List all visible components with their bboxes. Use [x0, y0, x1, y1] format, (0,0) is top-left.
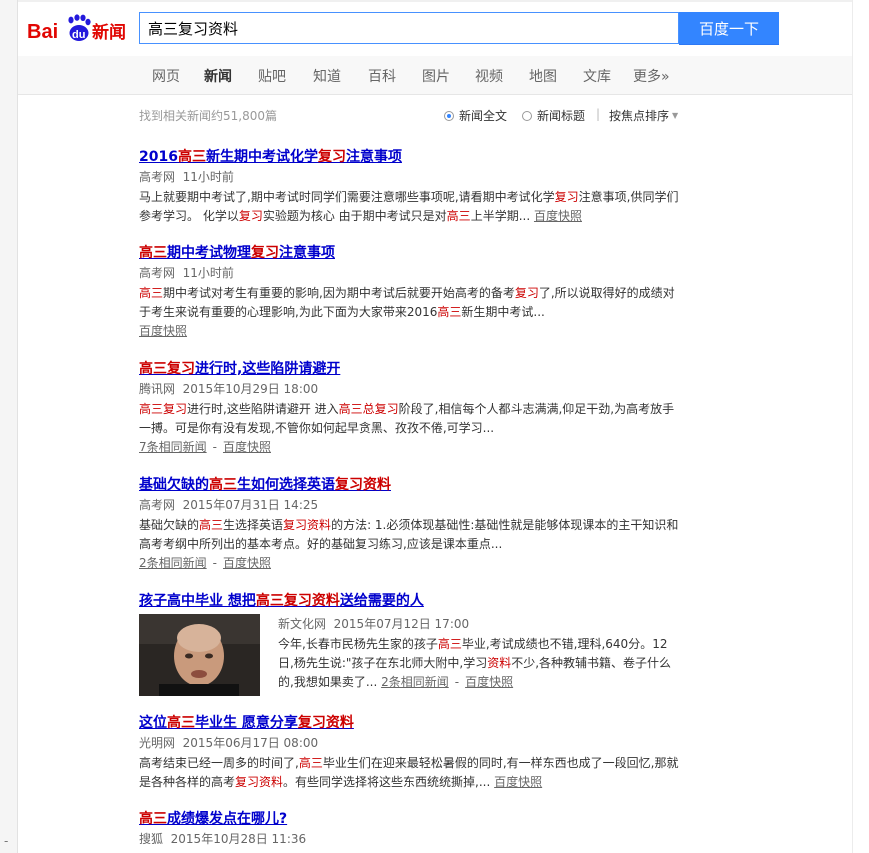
result-time: 2015年10月28日 11:36	[170, 832, 307, 846]
news-result: 这位高三毕业生 愿意分享复习资料 光明网 2015年06月17日 08:00 高…	[139, 714, 684, 792]
scrollbar-track[interactable]	[852, 0, 869, 853]
radio-unselected-icon[interactable]	[522, 110, 532, 121]
tab-zhidao[interactable]: 知道	[313, 66, 341, 86]
result-source: 腾讯网	[139, 382, 176, 396]
tab-web[interactable]: 网页	[152, 66, 180, 86]
filter-title-only[interactable]: 新闻标题	[522, 107, 585, 124]
result-time: 2015年10月29日 18:00	[182, 382, 319, 396]
search-box	[139, 12, 679, 44]
result-source: 搜狐	[139, 832, 164, 846]
sort-label[interactable]: 按焦点排序	[609, 109, 669, 123]
result-source: 高考网	[139, 266, 176, 280]
result-source: 高考网	[139, 498, 176, 512]
result-time: 2015年07月12日 17:00	[333, 617, 470, 631]
result-title-link[interactable]: 高三期中考试物理复习注意事项	[139, 244, 684, 262]
radio-selected-icon[interactable]	[444, 110, 454, 121]
result-title-link[interactable]: 孩子高中毕业 想把高三复习资料送给需要的人	[139, 592, 684, 610]
result-abstract: 高考结束已经一周多的时间了,高三毕业生们在迎来最轻松暑假的同时,有一样东西也成了…	[139, 756, 679, 789]
result-meta: 搜狐 2015年10月28日 11:36	[139, 831, 684, 847]
tab-images[interactable]: 图片	[422, 66, 450, 86]
cache-link[interactable]: 百度快照	[494, 775, 542, 789]
result-meta: 腾讯网 2015年10月29日 18:00	[139, 381, 684, 397]
result-title-link[interactable]: 高三成绩爆发点在哪儿?	[139, 810, 684, 828]
tab-news[interactable]: 新闻	[204, 66, 232, 86]
caret-down-icon: ▼	[672, 111, 679, 120]
result-source: 光明网	[139, 736, 176, 750]
cache-link[interactable]: 百度快照	[534, 209, 582, 223]
result-abstract: 基础欠缺的高三生选择英语复习资料的方法: 1.必须体现基础性:基础性就是能够体现…	[139, 518, 679, 551]
logo-text-bai: Bai	[27, 21, 58, 43]
result-meta: 高考网 11小时前	[139, 265, 684, 281]
result-title-link[interactable]: 这位高三毕业生 愿意分享复习资料	[139, 714, 684, 732]
related-news-link[interactable]: 2条相同新闻	[139, 556, 207, 570]
result-source: 新文化网	[278, 617, 327, 631]
baidu-news-logo[interactable]: Bai du 新闻	[26, 11, 130, 45]
result-title-link[interactable]: 基础欠缺的高三生如何选择英语复习资料	[139, 476, 684, 494]
gutter-mark: -	[4, 834, 9, 848]
news-result: 基础欠缺的高三生如何选择英语复习资料 高考网 2015年07月31日 14:25…	[139, 476, 684, 571]
news-result: 高三复习进行时,这些陷阱请避开 腾讯网 2015年10月29日 18:00 高三…	[139, 360, 684, 455]
filter-full-text-label[interactable]: 新闻全文	[459, 107, 507, 124]
search-input[interactable]	[140, 13, 670, 43]
paw-icon: du	[68, 14, 91, 41]
logo-text-du: du	[72, 29, 85, 41]
news-result: 高三成绩爆发点在哪儿? 搜狐 2015年10月28日 11:36	[139, 810, 684, 847]
result-meta: 高考网 2015年07月31日 14:25	[139, 497, 684, 513]
result-title-link[interactable]: 2016高三新生期中考试化学复习注意事项	[139, 148, 684, 166]
top-border	[18, 0, 852, 2]
result-abstract: 马上就要期中考试了,期中考试时同学们需要注意哪些事项呢,请看期中考试化学复习注意…	[139, 190, 679, 223]
result-abstract: 高三期中考试对考生有重要的影响,因为期中考试后就要开始高考的备考复习了,所以说取…	[139, 286, 675, 319]
result-abstract: 高三复习进行时,这些陷阱请避开 进入高三总复习阶段了,相信每个人都斗志满满,仰足…	[139, 402, 675, 435]
filter-title-only-label[interactable]: 新闻标题	[537, 107, 585, 124]
result-time: 2015年07月31日 14:25	[182, 498, 319, 512]
tab-wenku[interactable]: 文库	[583, 66, 611, 86]
sort-dropdown[interactable]: 按焦点排序 ▼	[609, 107, 678, 124]
result-meta: 新文化网 2015年07月12日 17:00	[278, 616, 678, 632]
logo-text-news: 新闻	[92, 22, 126, 43]
filter-full-text[interactable]: 新闻全文	[444, 107, 507, 124]
result-source: 高考网	[139, 170, 176, 184]
result-title-link[interactable]: 高三复习进行时,这些陷阱请避开	[139, 360, 684, 378]
news-result: 2016高三新生期中考试化学复习注意事项 高考网 11小时前 马上就要期中考试了…	[139, 148, 684, 226]
category-nav: 网页 新闻 贴吧 知道 百科 图片 视频 地图 文库 更多»	[18, 56, 852, 95]
news-result: 高三期中考试物理复习注意事项 高考网 11小时前 高三期中考试对考生有重要的影响…	[139, 244, 684, 339]
tab-video[interactable]: 视频	[475, 66, 503, 86]
news-result: 孩子高中毕业 想把高三复习资料送给需要的人 新文化网 2015年07月12日 1…	[139, 592, 684, 696]
tab-baike[interactable]: 百科	[368, 66, 396, 86]
tab-tieba[interactable]: 贴吧	[258, 66, 286, 86]
search-button[interactable]: 百度一下	[679, 12, 779, 45]
related-news-link[interactable]: 2条相同新闻	[381, 675, 449, 689]
cache-link[interactable]: 百度快照	[223, 556, 271, 570]
cache-link[interactable]: 百度快照	[223, 440, 271, 454]
result-time: 11小时前	[182, 170, 234, 184]
result-meta: 高考网 11小时前	[139, 169, 684, 185]
left-gutter: -	[0, 0, 18, 853]
news-thumbnail[interactable]	[139, 614, 260, 696]
toolbar-separator: |	[596, 107, 601, 121]
cache-link[interactable]: 百度快照	[139, 324, 187, 338]
result-time: 2015年06月17日 08:00	[182, 736, 319, 750]
result-abstract: 今年,长春市民杨先生家的孩子高三毕业,考试成绩也不错,理科,640分。12日,杨…	[278, 637, 672, 689]
result-count: 找到相关新闻约51,800篇	[139, 109, 277, 123]
tab-more[interactable]: 更多»	[633, 66, 670, 86]
result-meta: 光明网 2015年06月17日 08:00	[139, 735, 684, 751]
tab-map[interactable]: 地图	[529, 66, 557, 86]
cache-link[interactable]: 百度快照	[465, 675, 513, 689]
related-news-link[interactable]: 7条相同新闻	[139, 440, 207, 454]
result-time: 11小时前	[182, 266, 234, 280]
result-side: 新文化网 2015年07月12日 17:00 今年,长春市民杨先生家的孩子高三毕…	[278, 616, 678, 692]
